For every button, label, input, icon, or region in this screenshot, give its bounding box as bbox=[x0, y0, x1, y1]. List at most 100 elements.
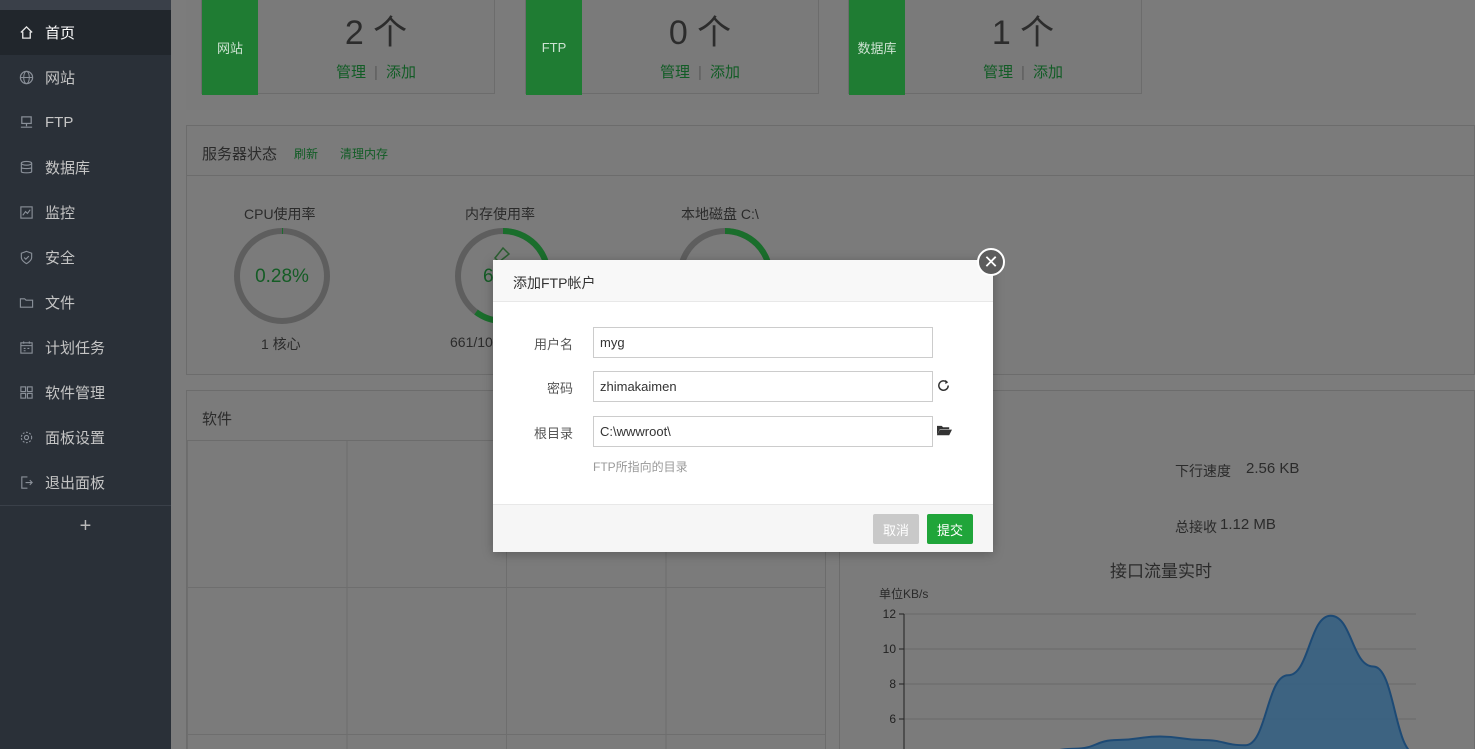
sidebar-item-label: FTP bbox=[45, 114, 74, 131]
download-speed-label: 下行速度 bbox=[1175, 463, 1231, 479]
card-count: 1 个 bbox=[991, 14, 1055, 52]
gear-icon bbox=[18, 430, 34, 446]
root-dir-label: 根目录 bbox=[533, 426, 573, 441]
sidebar-add-button[interactable]: + bbox=[0, 510, 171, 542]
software-title: 软件 bbox=[202, 411, 233, 428]
website-card: 网站 2 个 管理 | 添加 bbox=[201, 0, 495, 95]
sidebar-item-label: 软件管理 bbox=[45, 385, 106, 402]
password-label: 密码 bbox=[546, 381, 573, 396]
sidebar: 首页 网站 FTP 数据库 监控 安全 文件 计划任务 软件管理 面板设置 退出… bbox=[0, 0, 171, 749]
card-links: 管理 | 添加 bbox=[258, 61, 494, 82]
shield-icon bbox=[18, 250, 34, 266]
cpu-cores: 1 核心 bbox=[261, 336, 301, 352]
sidebar-item-logout[interactable]: 退出面板 bbox=[0, 460, 171, 505]
username-label: 用户名 bbox=[533, 337, 573, 352]
sidebar-item-website[interactable]: 网站 bbox=[0, 55, 171, 100]
card-tag: 网站 bbox=[202, 0, 258, 95]
sidebar-item-label: 网站 bbox=[45, 70, 76, 87]
overview-panel: 网站 2 个 管理 | 添加 FTP 0 个 管理 | 添加 数据库 1 个 管理 | 添加 bbox=[186, 0, 1475, 110]
card-links: 管理 | 添加 bbox=[905, 61, 1141, 82]
sidebar-item-ftp[interactable]: FTP bbox=[0, 100, 171, 145]
y-tick-label: 10 bbox=[883, 642, 897, 656]
chart-title: 接口流量实时 bbox=[1110, 562, 1212, 581]
y-tick-label: 12 bbox=[883, 607, 897, 621]
password-row: 密码 bbox=[493, 371, 993, 402]
root-dir-row: 根目录 bbox=[493, 416, 993, 447]
link-separator: | bbox=[1021, 64, 1025, 81]
dialog-title: 添加FTP帐户 bbox=[493, 260, 993, 302]
sidebar-item-label: 数据库 bbox=[45, 160, 91, 177]
sidebar-item-label: 退出面板 bbox=[45, 475, 106, 492]
y-tick-label: 8 bbox=[889, 677, 896, 691]
home-icon bbox=[18, 25, 34, 41]
traffic-chart: 12 10 8 6 bbox=[883, 607, 1416, 749]
add-ftp-dialog: 添加FTP帐户 用户名 密码 根目录 FTP所指向的目录 取消 提交 bbox=[493, 260, 993, 552]
submit-button[interactable]: 提交 bbox=[927, 514, 973, 544]
sidebar-item-settings[interactable]: 面板设置 bbox=[0, 415, 171, 460]
memory-value: 6 bbox=[483, 266, 494, 287]
cpu-value: 0.28% bbox=[255, 266, 309, 287]
server-status-title: 服务器状态 bbox=[202, 146, 278, 163]
folder-open-icon[interactable] bbox=[936, 423, 954, 439]
grid-icon bbox=[18, 385, 34, 401]
sidebar-item-monitor[interactable]: 监控 bbox=[0, 190, 171, 235]
card-tag: FTP bbox=[526, 0, 582, 95]
card-count: 2 个 bbox=[344, 14, 408, 52]
memory-label: 内存使用率 bbox=[465, 206, 535, 222]
sidebar-item-label: 监控 bbox=[45, 205, 76, 222]
link-separator: | bbox=[374, 64, 378, 81]
manage-link[interactable]: 管理 bbox=[660, 64, 690, 81]
close-dialog-icon[interactable]: ✕ bbox=[977, 248, 1005, 276]
sidebar-item-files[interactable]: 文件 bbox=[0, 280, 171, 325]
disk-label: 本地磁盘 C:\ bbox=[681, 206, 759, 222]
sidebar-top-strip bbox=[0, 0, 171, 10]
dialog-footer: 取消 提交 bbox=[493, 504, 993, 552]
sidebar-item-label: 面板设置 bbox=[45, 430, 106, 447]
total-received-value: 1.12 MB bbox=[1220, 516, 1276, 533]
manage-link[interactable]: 管理 bbox=[336, 64, 366, 81]
sidebar-divider bbox=[0, 505, 171, 506]
database-card: 数据库 1 个 管理 | 添加 bbox=[848, 0, 1142, 95]
cancel-button[interactable]: 取消 bbox=[873, 514, 919, 544]
card-links: 管理 | 添加 bbox=[582, 61, 818, 82]
root-dir-help: FTP所指向的目录 bbox=[593, 460, 688, 474]
add-link[interactable]: 添加 bbox=[386, 64, 416, 81]
globe-icon bbox=[18, 70, 34, 86]
root-dir-input[interactable] bbox=[593, 416, 933, 447]
clear-memory-link[interactable]: 清理内存 bbox=[340, 145, 388, 162]
sidebar-item-software[interactable]: 软件管理 bbox=[0, 370, 171, 415]
memory-usage: 661/10 bbox=[450, 334, 493, 350]
card-tag: 数据库 bbox=[849, 0, 905, 95]
traffic-area bbox=[1067, 615, 1409, 749]
calendar-icon bbox=[18, 340, 34, 356]
sidebar-item-label: 首页 bbox=[45, 25, 76, 42]
ftp-card: FTP 0 个 管理 | 添加 bbox=[525, 0, 819, 95]
total-received-label: 总接收 bbox=[1175, 519, 1217, 535]
refresh-link[interactable]: 刷新 bbox=[294, 145, 318, 162]
folder-icon bbox=[18, 295, 34, 311]
sidebar-item-label: 安全 bbox=[45, 250, 76, 267]
sidebar-item-security[interactable]: 安全 bbox=[0, 235, 171, 280]
card-count: 0 个 bbox=[668, 14, 732, 52]
ftp-icon bbox=[18, 115, 34, 131]
sidebar-item-database[interactable]: 数据库 bbox=[0, 145, 171, 190]
sidebar-item-cron[interactable]: 计划任务 bbox=[0, 325, 171, 370]
link-separator: | bbox=[698, 64, 702, 81]
database-icon bbox=[18, 160, 34, 176]
cpu-label: CPU使用率 bbox=[244, 206, 316, 222]
password-input[interactable] bbox=[593, 371, 933, 402]
manage-link[interactable]: 管理 bbox=[983, 64, 1013, 81]
sidebar-item-label: 文件 bbox=[45, 295, 76, 312]
refresh-password-icon[interactable] bbox=[936, 378, 952, 394]
server-status-header: 服务器状态 刷新 清理内存 bbox=[187, 126, 1474, 176]
add-link[interactable]: 添加 bbox=[1033, 64, 1063, 81]
username-input[interactable] bbox=[593, 327, 933, 358]
sidebar-item-home[interactable]: 首页 bbox=[0, 10, 171, 55]
sidebar-item-label: 计划任务 bbox=[45, 340, 106, 357]
monitor-icon bbox=[18, 205, 34, 221]
y-tick-label: 6 bbox=[889, 712, 896, 726]
download-speed-value: 2.56 KB bbox=[1246, 460, 1300, 477]
add-link[interactable]: 添加 bbox=[710, 64, 740, 81]
logout-icon bbox=[18, 475, 34, 491]
username-row: 用户名 bbox=[493, 327, 993, 358]
